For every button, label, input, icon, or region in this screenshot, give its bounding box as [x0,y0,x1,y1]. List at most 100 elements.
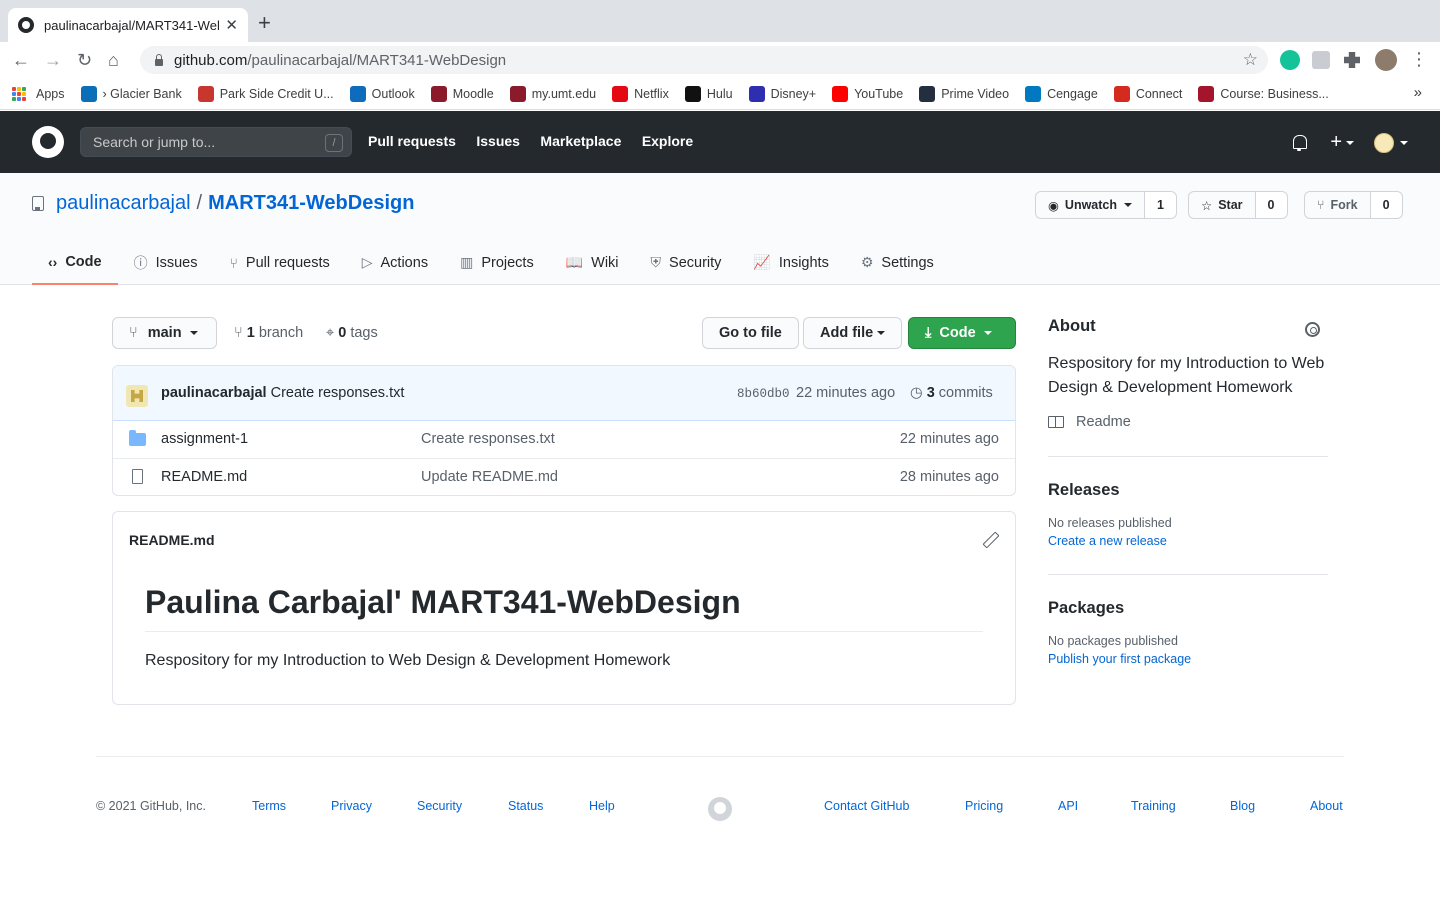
star-button[interactable]: ☆ Star [1188,191,1256,219]
footer-pricing-link[interactable]: Pricing [965,799,1003,813]
repo-owner-link[interactable]: paulinacarbajal [56,192,191,215]
back-arrow-icon[interactable]: ← [12,50,30,70]
youtube-icon [832,85,849,102]
footer-contact-link[interactable]: Contact GitHub [824,799,909,813]
file-name-link[interactable]: assignment-1 [161,431,248,447]
bookmark-item[interactable]: Outlook [349,85,415,102]
download-icon: ⤓ [925,325,932,341]
footer-api-link[interactable]: API [1058,799,1078,813]
bookmark-item[interactable]: Apps [12,86,65,101]
bookmark-item[interactable]: Netflix [612,85,669,102]
forward-arrow-icon[interactable]: → [44,50,62,70]
footer-terms-link[interactable]: Terms [252,799,286,813]
footer-privacy-link[interactable]: Privacy [331,799,372,813]
footer-blog-link[interactable]: Blog [1230,799,1255,813]
commit-sha-link[interactable]: 8b60db0 [737,387,790,401]
profile-avatar[interactable] [1375,49,1397,71]
bookmark-item[interactable]: Prime Video [919,85,1009,102]
readme-link[interactable]: Readme [1048,414,1328,430]
file-commit-message-link[interactable]: Create responses.txt [421,431,555,447]
add-file-button[interactable]: Add file [803,317,903,349]
watch-count[interactable]: 1 [1144,191,1177,219]
nav-marketplace[interactable]: Marketplace [540,133,621,149]
tab-settings[interactable]: ⚙ Settings [845,240,950,285]
commit-author-link[interactable]: paulinacarbajal [161,385,267,401]
bookmark-item[interactable]: Course: Business... [1198,85,1329,102]
bookmark-item[interactable]: my.umt.edu [509,85,596,102]
tab-code[interactable]: ‹› Code [32,240,118,285]
footer-security-link[interactable]: Security [417,799,462,813]
packages-title[interactable]: Packages [1048,599,1328,618]
author-avatar[interactable] [126,385,148,407]
tab-pull-requests[interactable]: ⑂ Pull requests [214,240,346,285]
bookmarks-overflow-icon[interactable]: » [1414,84,1422,101]
bookmark-item[interactable]: Hulu [684,85,733,102]
tab-close-icon[interactable]: ✕ [225,16,238,34]
avatar[interactable] [1374,132,1394,153]
home-icon[interactable]: ⌂ [108,50,119,70]
tab-insights[interactable]: 📈 Insights [737,240,844,285]
bookmark-item[interactable]: Connect [1113,85,1182,102]
tab-security[interactable]: ⛨ Security [635,240,738,285]
divider [1048,574,1328,575]
pencil-edit-icon[interactable] [983,532,997,546]
plus-icon[interactable]: + [1330,131,1342,154]
publish-package-link[interactable]: Publish your first package [1048,652,1328,666]
repo-name-link[interactable]: MART341-WebDesign [208,192,414,215]
nav-explore[interactable]: Explore [642,133,693,149]
file-name-link[interactable]: README.md [161,469,247,485]
tab-projects[interactable]: ▥ Projects [444,240,550,285]
fork-button[interactable]: ⑂ Fork [1304,191,1371,219]
new-tab-button[interactable]: + [258,12,271,34]
footer-about-link[interactable]: About [1310,799,1343,813]
chevron-down-icon[interactable] [1346,140,1354,145]
footer-status-link[interactable]: Status [508,799,543,813]
netflix-icon [612,85,629,102]
releases-title[interactable]: Releases [1048,481,1328,500]
tab-wiki[interactable]: 📖 Wiki [550,240,635,285]
bookmark-item[interactable]: Moodle [430,85,494,102]
bookmark-item[interactable]: YouTube [832,85,903,102]
search-input[interactable]: Search or jump to... / [80,127,352,157]
file-commit-message-link[interactable]: Update README.md [421,469,558,485]
address-bar[interactable]: github.com/paulinacarbajal/MART341-WebDe… [140,46,1268,74]
star-count[interactable]: 0 [1255,191,1288,219]
github-footer-logo-icon[interactable] [708,797,732,821]
file-navigation: ⑂ main ⑂ 1 branch ⌖ 0 tags Go to file Ad… [112,317,1016,349]
browser-tab[interactable]: paulinacarbajal/MART341-Web ✕ [8,8,248,42]
bookmark-item[interactable]: Park Side Credit U... [197,85,334,102]
chrome-menu-icon[interactable]: ⋮ [1410,49,1428,69]
github-logo-icon[interactable] [32,126,64,158]
reload-icon[interactable]: ↻ [77,50,92,70]
nav-issues[interactable]: Issues [476,133,520,149]
branch-name: main [147,325,182,341]
chevron-down-icon[interactable] [1400,140,1408,145]
tab-issues[interactable]: ⓘ Issues [118,240,214,285]
bookmark-item[interactable]: Disney+ [748,85,816,102]
footer-help-link[interactable]: Help [589,799,615,813]
bookmark-item[interactable]: › Glacier Bank [80,85,182,102]
tab-actions[interactable]: ▷ Actions [346,240,444,285]
tags-link[interactable]: ⌖ 0 tags [326,325,378,341]
code-download-button[interactable]: ⤓ Code [908,317,1016,349]
bookmark-star-icon[interactable]: ☆ [1243,50,1258,70]
power-icon [1198,85,1215,102]
create-release-link[interactable]: Create a new release [1048,534,1328,548]
browser-toolbar: ← → ↻ ⌂ github.com/paulinacarbajal/MART3… [0,42,1440,78]
commit-time: 22 minutes ago [796,385,896,401]
nav-pull-requests[interactable]: Pull requests [368,133,456,149]
bookmark-item[interactable]: Cengage [1025,85,1098,102]
gear-icon[interactable] [1305,322,1320,337]
commits-link[interactable]: ◷ 3 commits [910,385,993,401]
unwatch-button[interactable]: ◉ Unwatch [1035,191,1145,219]
commit-message-link[interactable]: Create responses.txt [271,385,405,401]
fork-count[interactable]: 0 [1370,191,1403,219]
url-host: github.com [174,51,248,69]
go-to-file-button[interactable]: Go to file [702,317,799,349]
branch-select-button[interactable]: ⑂ main [112,317,217,349]
extension-icon[interactable] [1312,51,1330,69]
bell-icon[interactable] [1292,134,1308,151]
grammarly-extension-icon[interactable] [1280,50,1300,70]
branches-link[interactable]: ⑂ 1 branch [234,325,303,341]
footer-training-link[interactable]: Training [1131,799,1176,813]
